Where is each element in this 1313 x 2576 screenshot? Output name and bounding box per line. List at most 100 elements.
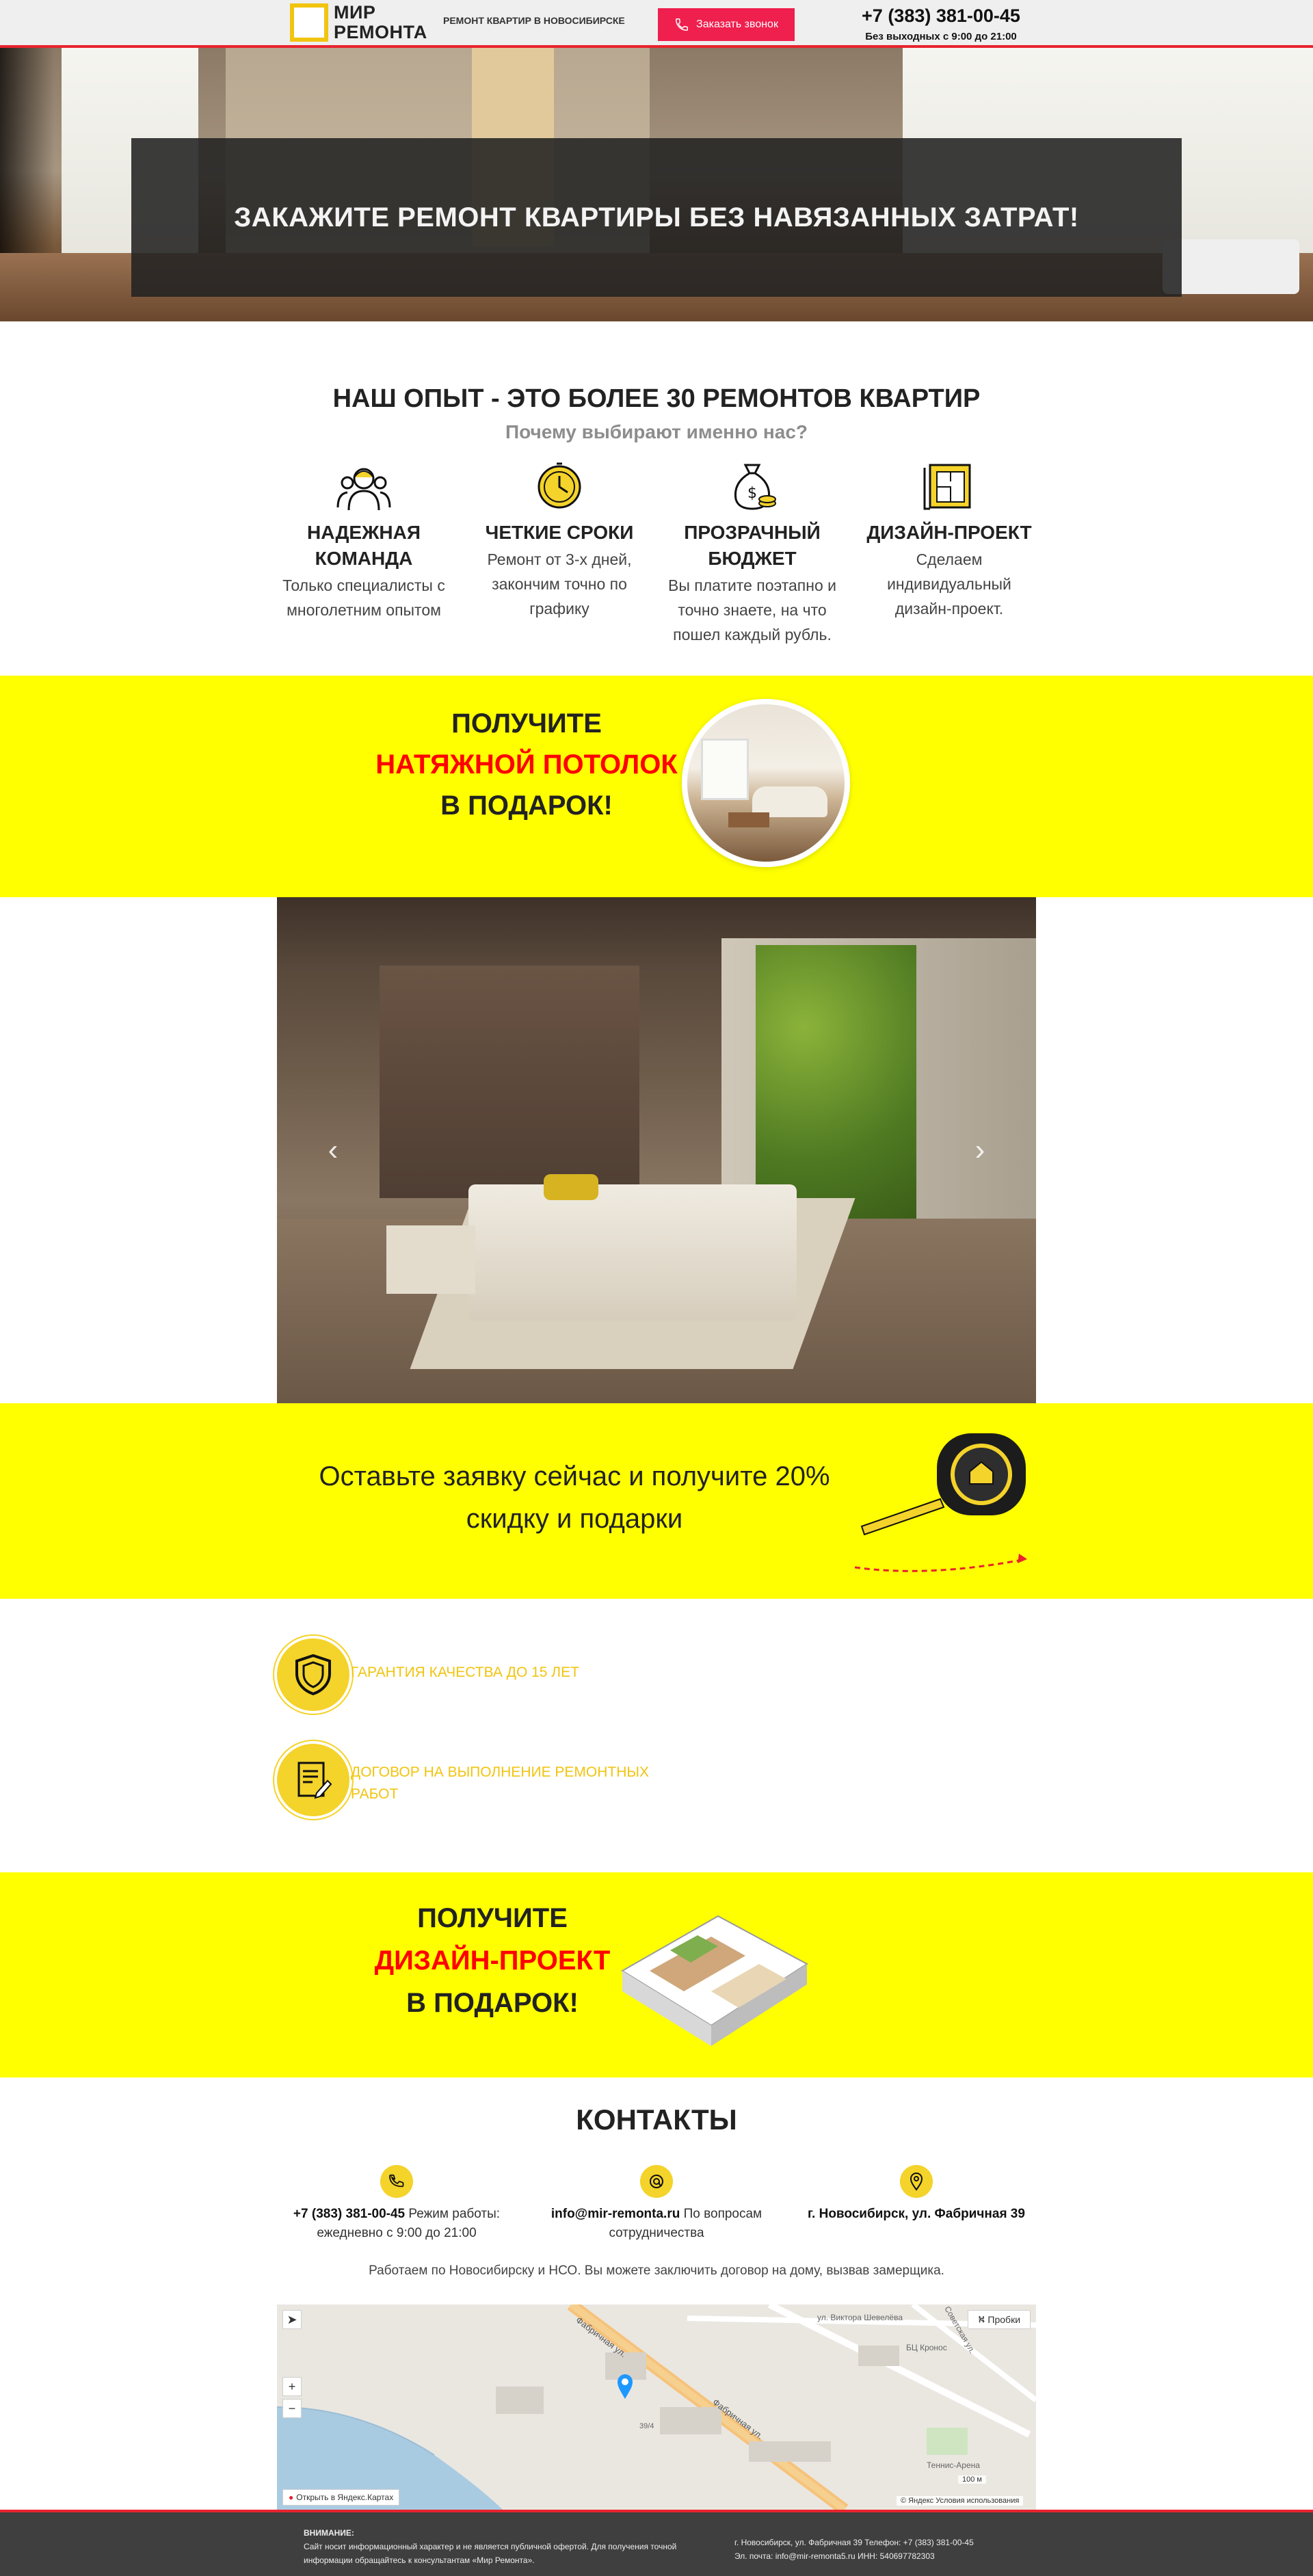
feature-text: Ремонт от 3-х дней, закончим точно по гр…	[487, 550, 632, 618]
footer-contacts: г. Новосибирск, ул. Фабричная 39 Телефон…	[734, 2536, 1035, 2563]
promo-line-1: ПОЛУЧИТЕ	[451, 708, 602, 739]
contact-phone-number[interactable]: +7 (383) 381-00-45	[293, 2207, 405, 2221]
map-building-label: 39/4	[639, 2422, 654, 2430]
clock-icon	[538, 462, 581, 509]
order-call-button[interactable]: Заказать звонок	[658, 8, 795, 41]
contact-address: г. Новосибирск, ул. Фабричная 39	[780, 2165, 1053, 2224]
map-background	[277, 2305, 1036, 2510]
map-zoom-in-button[interactable]: +	[282, 2377, 302, 2396]
map-marker-icon[interactable]	[616, 2373, 634, 2400]
logo-frame-icon	[290, 3, 328, 42]
map-poi-label: Теннис-Арена	[927, 2460, 980, 2470]
promo-highlight: ДИЗАЙН-ПРОЕКТ	[374, 1946, 611, 1976]
location-pin-icon: ●	[289, 2493, 294, 2502]
map-scale: 100 м	[958, 2475, 986, 2484]
footer-warning: ВНИМАНИЕ: Сайт носит информационный хара…	[304, 2526, 721, 2567]
experience-subtitle: Почему выбирают именно нас?	[505, 421, 808, 442]
hero-sofa	[1163, 239, 1299, 294]
ceiling-photo-window	[701, 739, 749, 800]
footer-warning-title: ВНИМАНИЕ:	[304, 2528, 354, 2538]
header-tagline: РЕМОНТ КВАРТИР В НОВОСИБИРСКЕ	[443, 15, 625, 26]
logo[interactable]: МИР РЕМОНТА	[290, 0, 440, 45]
map-poi-label: БЦ Кронос	[906, 2343, 947, 2352]
promo-design-gift: ПОЛУЧИТЕ ДИЗАЙН-ПРОЕКТ В ПОДАРОК!	[0, 1872, 1313, 2077]
svg-text:$: $	[747, 485, 757, 502]
contact-email-text: info@mir-remonta.ru По вопросам сотрудни…	[520, 2205, 793, 2243]
promo-line-3: В ПОДАРОК!	[440, 791, 613, 821]
team-icon	[336, 468, 391, 511]
slider-prev-button[interactable]: ‹	[318, 1133, 348, 1167]
promo-ceiling-gift: ПОЛУЧИТЕ НАТЯЖНОЙ ПОТОЛОК В ПОДАРОК!	[0, 676, 1313, 897]
feature-title: ПРОЗРАЧНЫЙ БЮДЖЕТ	[684, 522, 821, 569]
at-icon	[640, 2165, 673, 2198]
order-call-label: Заказать звонок	[696, 18, 778, 30]
header-phone[interactable]: +7 (383) 381-00-45	[845, 5, 1037, 27]
feature-title: ЧЕТКИЕ СРОКИ	[485, 522, 634, 543]
contacts-note: Работаем по Новосибирску и НСО. Вы может…	[369, 2263, 944, 2278]
guarantee-text: ГАРАНТИЯ КАЧЕСТВА ДО 15 ЛЕТ	[351, 1664, 579, 1680]
map-zoom-out-button[interactable]: −	[282, 2399, 302, 2418]
contact-address-text: г. Новосибирск, ул. Фабричная 39	[780, 2205, 1053, 2224]
map-traffic-label: Пробки	[987, 2314, 1021, 2325]
promo-design-text: ПОЛУЧИТЕ ДИЗАЙН-ПРОЕКТ В ПОДАРОК!	[356, 1897, 629, 2024]
map-traffic-button[interactable]: ⛕ Пробки	[968, 2310, 1031, 2329]
slider-next-button[interactable]: ›	[965, 1133, 995, 1167]
map-open-link[interactable]: ● Открыть в Яндекс.Картах	[282, 2489, 400, 2506]
ceiling-photo-table	[728, 812, 769, 827]
feature-title: НАДЕЖНАЯ КОМАНДА	[307, 522, 421, 569]
footer-address: г. Новосибирск, ул. Фабричная 39 Телефон…	[734, 2538, 974, 2547]
experience-title: НАШ ОПЫТ - ЭТО БОЛЕЕ 30 РЕМОНТОВ КВАРТИР	[332, 384, 981, 413]
hero-overlay: ЗАКАЖИТЕ РЕМОНТ КВАРТИРЫ БЕЗ НАВЯЗАННЫХ …	[131, 138, 1182, 297]
feature-design-project: ДИЗАЙН-ПРОЕКТ Сделаем индивидуальный диз…	[859, 460, 1039, 621]
feature-text: Только специалисты с многолетним опытом	[282, 576, 445, 619]
slide-nightstand	[386, 1225, 475, 1294]
site-footer: ВНИМАНИЕ: Сайт носит информационный хара…	[0, 2510, 1313, 2576]
map-copyright[interactable]: © Яндекс Условия использования	[897, 2496, 1024, 2506]
slide-pillow	[544, 1174, 598, 1200]
blueprint-icon	[923, 464, 971, 510]
map-open-label: Открыть в Яндекс.Картах	[296, 2493, 394, 2502]
contact-address-value: г. Новосибирск, ул. Фабричная 39	[808, 2207, 1025, 2221]
map-street-label: ул. Виктора Шевелёва	[817, 2313, 903, 2322]
feature-clear-deadlines: ЧЕТКИЕ СРОКИ Ремонт от 3-х дней, закончи…	[469, 460, 650, 621]
contact-phone: +7 (383) 381-00-45 Режим работы: ежеднев…	[260, 2165, 533, 2243]
money-bag-icon: $	[734, 464, 776, 510]
footer-warning-text: Сайт носит информационный характер и не …	[304, 2542, 677, 2565]
guarantee-text: ДОГОВОР НА ВЫПОЛНЕНИЕ РЕМОНТНЫХ РАБОТ	[351, 1764, 650, 1802]
guarantee-contract: ДОГОВОР НА ВЫПОЛНЕНИЕ РЕМОНТНЫХ РАБОТ	[277, 1744, 660, 1819]
header-hours: Без выходных с 9:00 до 21:00	[865, 31, 1017, 42]
portfolio-slider[interactable]: ‹ ›	[277, 897, 1036, 1403]
contract-icon	[277, 1744, 349, 1816]
yandex-map[interactable]: Фабричная ул. Фабричная ул. ул. Виктора …	[277, 2305, 1036, 2510]
promo-line-1: ПОЛУЧИТЕ	[417, 1903, 568, 1933]
logo-text: МИР РЕМОНТА	[334, 2, 427, 42]
slide-headboard-wall	[380, 966, 639, 1198]
map-geolocation-button[interactable]: ➤	[282, 2310, 302, 2329]
feature-reliable-team: НАДЕЖНАЯ КОМАНДА Только специалисты с мн…	[274, 460, 454, 622]
promo-discount: Оставьте заявку сейчас и получите 20% ск…	[0, 1403, 1313, 1599]
phone-icon	[380, 2165, 413, 2198]
slide-green-wall	[756, 945, 916, 1219]
promo-line-3: В ПОДАРОК!	[406, 1988, 579, 2018]
feature-text: Вы платите поэтапно и точно знаете, на ч…	[668, 576, 836, 643]
contact-phone-text: +7 (383) 381-00-45 Режим работы: ежеднев…	[260, 2205, 533, 2243]
promo-ceiling-text: ПОЛУЧИТЕ НАТЯЖНОЙ ПОТОЛОК В ПОДАРОК!	[356, 703, 698, 826]
slide-bed	[468, 1184, 797, 1321]
shield-icon	[277, 1638, 349, 1711]
guarantee-quality: ГАРАНТИЯ КАЧЕСТВА ДО 15 ЛЕТ	[277, 1638, 660, 1714]
feature-title: ДИЗАЙН-ПРОЕКТ	[866, 522, 1032, 543]
feature-text: Сделаем индивидуальный дизайн-проект.	[887, 550, 1011, 618]
location-pin-icon	[900, 2165, 933, 2198]
contact-email-address[interactable]: info@mir-remonta.ru	[551, 2207, 680, 2221]
hero-title: ЗАКАЖИТЕ РЕМОНТ КВАРТИРЫ БЕЗ НАВЯЗАННЫХ …	[234, 202, 1079, 233]
feature-transparent-budget: $ ПРОЗРАЧНЫЙ БЮДЖЕТ Вы платите поэтапно …	[662, 460, 843, 647]
ceiling-photo	[682, 699, 850, 867]
footer-email[interactable]: Эл. почта: info@mir-remonta5.ru ИНН: 540…	[734, 2549, 1035, 2563]
site-header: МИР РЕМОНТА РЕМОНТ КВАРТИР В НОВОСИБИРСК…	[0, 0, 1313, 48]
traffic-icon: ⛕	[977, 2313, 985, 2324]
promo-discount-text: Оставьте заявку сейчас и получите 20% ск…	[319, 1461, 830, 1534]
tape-measure-icon	[854, 1433, 1027, 1572]
contacts-title: КОНТАКТЫ	[576, 2103, 737, 2136]
phone-icon	[676, 18, 689, 31]
hero-banner: ЗАКАЖИТЕ РЕМОНТ КВАРТИРЫ БЕЗ НАВЯЗАННЫХ …	[0, 48, 1313, 321]
